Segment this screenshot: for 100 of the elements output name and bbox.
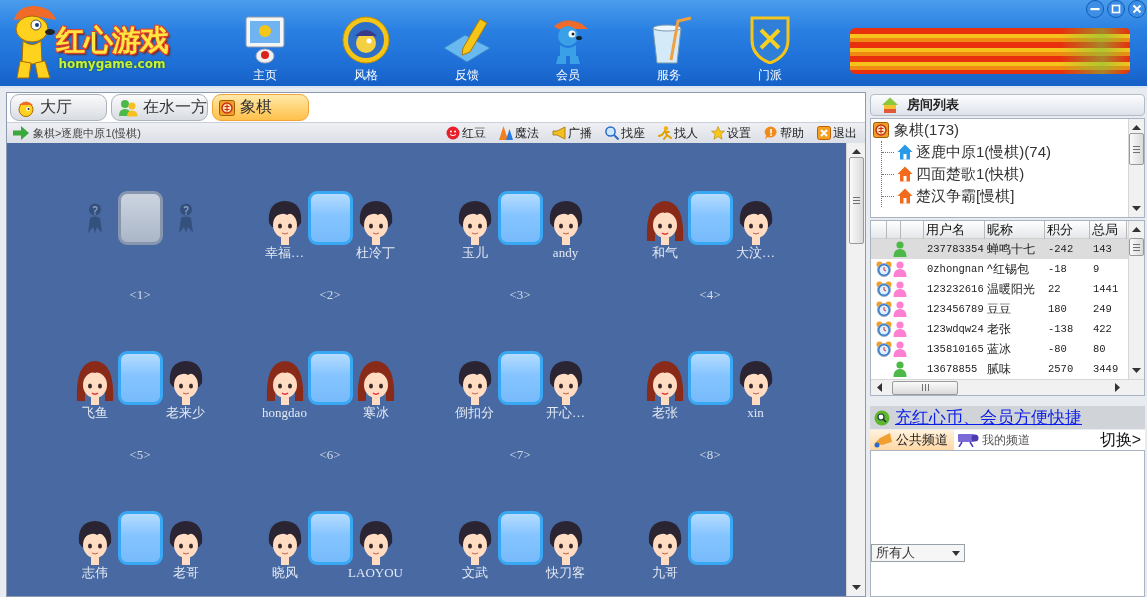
horizontal-scrollbar[interactable] — [871, 379, 1144, 395]
game-table[interactable] — [307, 511, 353, 565]
scroll-right-arrow-icon[interactable] — [1115, 383, 1120, 392]
girl-avatar-icon — [644, 199, 685, 245]
toolbar-button[interactable]: 红豆 — [446, 124, 486, 142]
score-cell-text: -18 — [1047, 263, 1068, 275]
people-icon — [118, 98, 138, 117]
table-number: <3> — [509, 287, 531, 303]
exit-icon — [817, 126, 831, 140]
game-category[interactable]: 象棋(173) — [894, 120, 960, 140]
tab[interactable]: 在水一方 — [111, 94, 208, 121]
tab[interactable]: 大厅 — [10, 94, 107, 121]
user-row[interactable]: 237783354 蝉鸣十七 -242 143 — [871, 239, 1128, 259]
nickname-cell-text: 腻味 — [986, 360, 1012, 378]
scrollbar-thumb[interactable] — [892, 380, 958, 395]
toolbar-button[interactable]: 找人 — [658, 124, 698, 142]
username-cell-text: 123232616 — [926, 283, 985, 295]
user-row[interactable]: 135810165 蓝冰 -80 80 — [871, 339, 1128, 359]
nav-button[interactable]: 门派 — [735, 0, 805, 82]
player-name: 倒扣分 — [455, 405, 494, 421]
girl-avatar-icon — [74, 359, 115, 405]
game-table[interactable] — [307, 191, 353, 245]
nav-button[interactable]: 服务 — [634, 0, 704, 82]
game-table[interactable] — [687, 511, 733, 565]
scroll-left-arrow-icon[interactable] — [877, 383, 882, 392]
channel-tab[interactable]: 我的频道 — [954, 430, 1036, 450]
toolbar-button[interactable]: 设置 — [711, 124, 751, 142]
vertical-scrollbar[interactable] — [846, 143, 865, 596]
user-row[interactable]: 123456789 豆豆 180 249 — [871, 299, 1128, 319]
room-item[interactable]: 逐鹿中原1(慢棋)(74) — [916, 142, 1051, 162]
game-table[interactable] — [117, 191, 163, 245]
scroll-down-arrow-icon[interactable] — [1132, 206, 1141, 211]
game-table[interactable] — [497, 191, 543, 245]
game-table[interactable] — [687, 351, 733, 405]
username-cell-text: 123456789 — [926, 303, 985, 315]
player-name: 快刀客 — [546, 565, 585, 581]
user-row[interactable]: 123232616 温暖阳光 22 1441 — [871, 279, 1128, 299]
chess-piece-icon — [219, 99, 235, 116]
pencil-icon — [443, 16, 491, 64]
user-row[interactable]: 123wdqw24 老张 -138 422 — [871, 319, 1128, 339]
tab[interactable]: 象棋 — [212, 94, 309, 121]
scroll-up-arrow-icon[interactable] — [851, 149, 861, 154]
user-row[interactable]: 0zhongnan ^红锡包 -18 9 — [871, 259, 1128, 279]
nickname-cell-text: 老张 — [986, 320, 1012, 338]
player-name: 老张 — [651, 405, 678, 421]
girl-avatar-icon — [264, 359, 305, 405]
player-name: 老哥 — [172, 565, 199, 581]
username-cell-text: 13678855 — [926, 363, 979, 375]
nav-button[interactable]: 主页 — [230, 0, 300, 82]
scroll-down-arrow-icon[interactable] — [1132, 368, 1141, 373]
scrollbar-thumb[interactable] — [848, 157, 864, 244]
game-table[interactable] — [117, 351, 163, 405]
switch-channel-button[interactable]: 切换> — [1099, 430, 1141, 450]
toolbar-button[interactable]: 魔法 — [499, 124, 539, 142]
player-name: 杜冷丁 — [356, 245, 395, 261]
toolbar-button[interactable]: 帮助 — [764, 124, 804, 142]
score-cell-text: 180 — [1047, 303, 1068, 315]
recharge-link[interactable]: 充红心币、会员方便快捷 — [895, 406, 1082, 429]
scroll-up-arrow-icon[interactable] — [1132, 125, 1141, 130]
scroll-up-arrow-icon[interactable] — [1132, 227, 1141, 232]
toolbar-button[interactable]: 找座 — [605, 124, 645, 142]
room-item[interactable]: 楚汉争霸[慢棋] — [916, 186, 1015, 206]
smiley-icon — [446, 126, 460, 140]
game-table[interactable] — [687, 191, 733, 245]
nav-button[interactable]: 反馈 — [432, 0, 502, 82]
player-name: 开心… — [546, 405, 585, 421]
arrow-icon — [13, 126, 29, 140]
vertical-scrollbar[interactable] — [1128, 119, 1144, 217]
room-item[interactable]: 四面楚歌1(快棋) — [916, 164, 1025, 184]
player-name: 九哥 — [651, 565, 678, 581]
username-cell-text: 123wdqw24 — [926, 323, 985, 335]
maximize-button[interactable] — [1107, 0, 1125, 18]
user-row[interactable]: 13678855 腻味 2570 3449 — [871, 359, 1128, 379]
toolbar-button[interactable]: 退出 — [817, 124, 857, 142]
game-table[interactable] — [497, 351, 543, 405]
banner-ad-image[interactable] — [850, 28, 1130, 74]
player-name: 寒冰 — [362, 405, 389, 421]
channel-tab[interactable]: 公共频道 — [870, 430, 954, 450]
minimize-button[interactable] — [1086, 0, 1104, 18]
scrollbar-thumb[interactable] — [1129, 133, 1144, 165]
scrollbar-thumb[interactable] — [1129, 238, 1144, 256]
running-person-icon — [658, 126, 672, 140]
game-table[interactable] — [307, 351, 353, 405]
table-number: <5> — [129, 447, 151, 463]
caret-icon — [952, 550, 960, 556]
score-cell-text: 2570 — [1047, 363, 1075, 375]
player-name: 大汶… — [736, 245, 775, 261]
player-name: hongdao — [262, 405, 307, 421]
nav-button[interactable]: 风格 — [331, 0, 401, 82]
scroll-down-arrow-icon[interactable] — [851, 585, 861, 590]
toolbar-button[interactable]: 广播 — [552, 124, 592, 142]
game-table[interactable] — [117, 511, 163, 565]
logo-title: 红心游戏 — [56, 23, 168, 57]
close-button[interactable] — [1128, 0, 1146, 18]
table-number: <4> — [699, 287, 721, 303]
games-cell-text: 249 — [1092, 303, 1113, 315]
recipient-dropdown[interactable]: 所有人 — [871, 544, 965, 562]
nav-button[interactable]: 会员 — [533, 0, 603, 82]
vertical-scrollbar[interactable] — [1128, 221, 1144, 379]
game-table[interactable] — [497, 511, 543, 565]
